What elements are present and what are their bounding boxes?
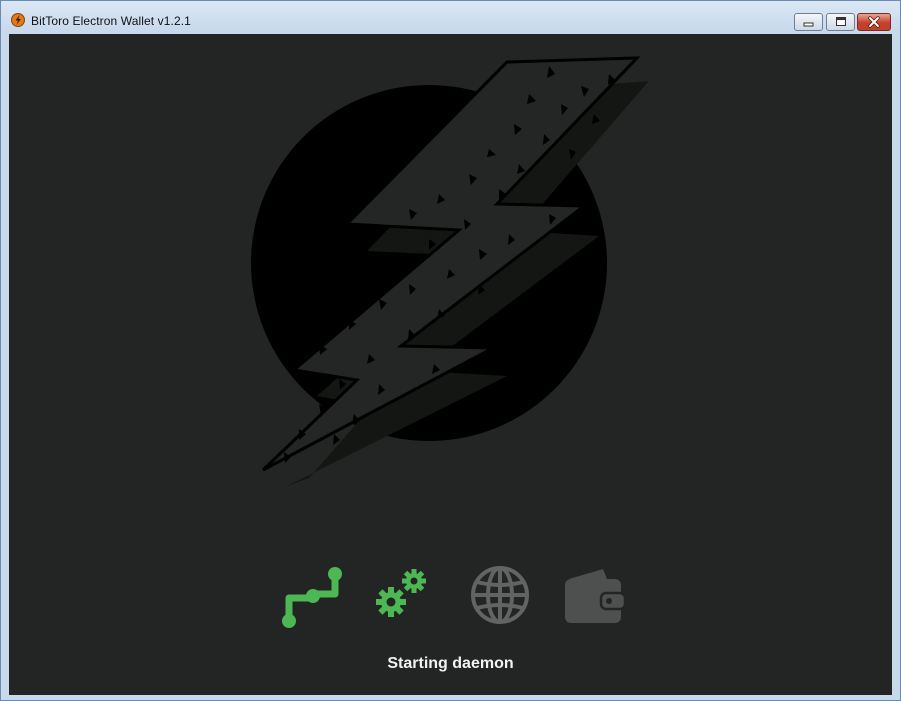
lightning-bolt-logo [251,56,649,486]
window-title: BitToro Electron Wallet v1.2.1 [31,14,191,28]
bittoro-app-icon [11,13,25,27]
splash-screen: Starting daemon [9,34,892,695]
app-window: BitToro Electron Wallet v1.2.1 Starting … [0,0,901,701]
gears-icon [376,569,426,617]
close-button[interactable] [857,13,891,31]
network-path-icon [282,567,342,628]
maximize-icon [836,17,846,26]
status-text: Starting daemon [387,655,514,672]
title-bar[interactable]: BitToro Electron Wallet v1.2.1 [1,1,900,34]
wallet-icon [565,569,627,623]
globe-icon [471,566,529,624]
minimize-button[interactable] [794,13,823,31]
maximize-button[interactable] [826,13,855,31]
minimize-icon [803,22,814,27]
close-icon [868,16,880,28]
